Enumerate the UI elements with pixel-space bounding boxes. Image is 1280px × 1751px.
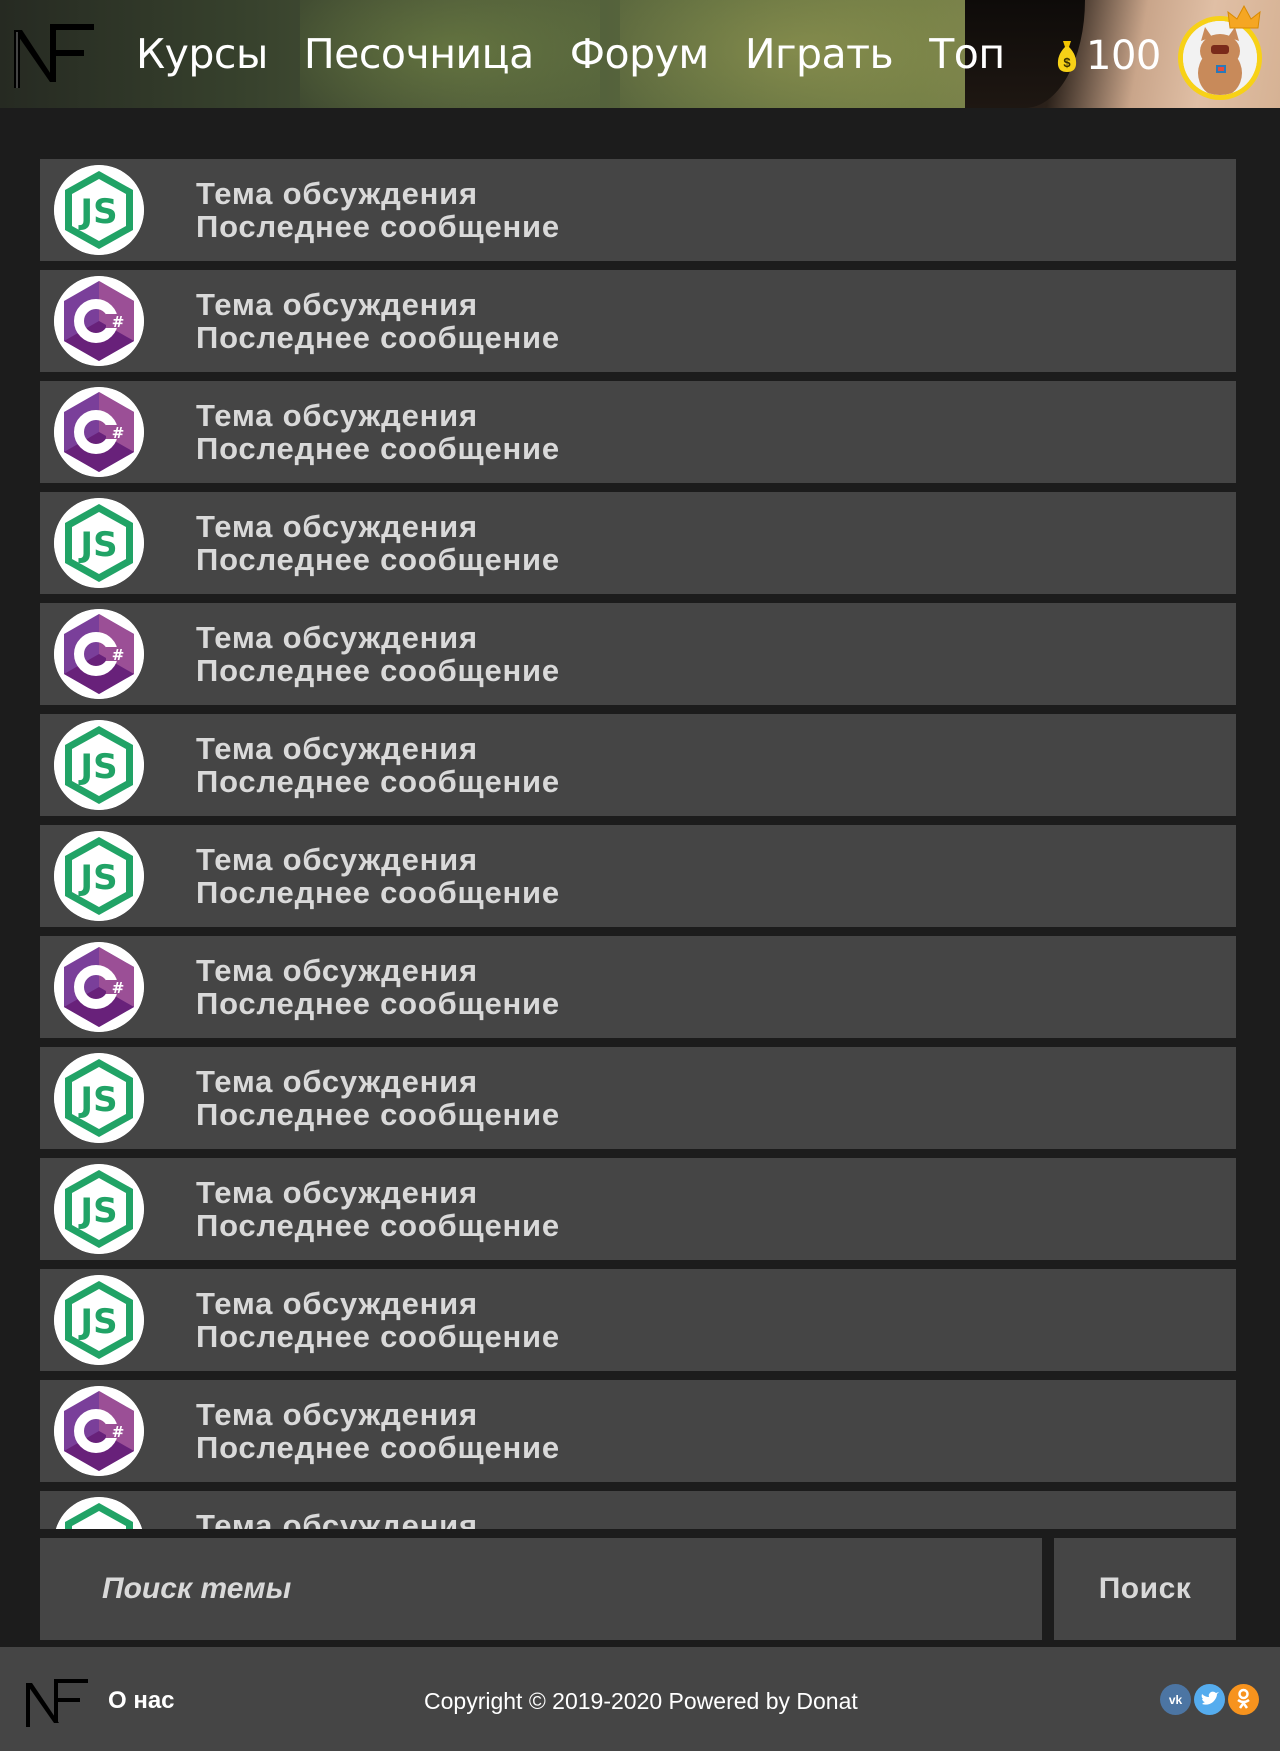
csharp-icon: # [54,387,144,477]
twitter-icon[interactable] [1194,1684,1225,1715]
topic-title[interactable]: Тема обсуждения [196,732,478,766]
svg-text:JS: JS [78,192,117,232]
topic-row[interactable]: JS Тема обсужденияПоследнее сообщение [40,159,1236,261]
javascript-icon: JS [54,1275,144,1365]
topic-row[interactable]: # Тема обсуждения Последнее сообщение [40,1380,1236,1482]
javascript-icon: JS [54,165,144,255]
topic-last-message: Последнее сообщение [196,320,560,355]
cat-avatar-icon [1183,21,1257,95]
svg-text:vk: vk [1169,1693,1183,1707]
topic-title[interactable]: Тема обсуждения [196,1287,478,1321]
topic-search-input[interactable] [40,1538,1042,1640]
svg-text:JS: JS [78,747,117,787]
topic-last-message: Последнее сообщение [196,542,560,577]
topic-row[interactable]: # Тема обсуждения Последнее сообщение [40,270,1236,372]
svg-text:JS: JS [78,1080,117,1120]
main-nav: Курсы Песочница Форум Играть Топ [136,32,1041,76]
coin-balance: $ 100 [1056,33,1161,79]
nf-logo-icon [14,24,94,88]
topic-last-message: Последнее сообщение [196,986,560,1021]
topic-last-message: Последнее сообщение [196,209,560,244]
topic-row[interactable]: JS Тема обсужденияПоследнее сообщение [40,1269,1236,1371]
nf-logo-icon [26,1679,88,1727]
nav-courses[interactable]: Курсы [136,32,268,76]
topic-title[interactable]: Тема обсуждения [196,510,478,544]
topic-row[interactable]: JS Тема обсужденияПоследнее сообщение [40,714,1236,816]
topic-title[interactable]: Тема обсуждения [196,288,478,322]
topic-last-message: Последнее сообщение [196,1430,560,1465]
topic-title[interactable]: Тема обсуждения [196,1176,478,1210]
topic-list: JS Тема обсуждения Последнее сообщение # Тем… [40,159,1236,1529]
javascript-icon: JS [54,831,144,921]
topic-title[interactable]: Тема обсуждения [196,843,478,877]
svg-text:#: # [112,979,125,997]
topic-last-message: Последнее сообщение [196,431,560,466]
csharp-icon: # [54,1386,144,1476]
javascript-icon: JS [54,498,144,588]
topic-title[interactable]: Тема обсуждения [196,621,478,655]
svg-text:#: # [112,313,125,331]
topic-title[interactable]: Тема обсуждения [196,177,478,211]
topic-row[interactable]: # Тема обсуждения Последнее сообщение [40,936,1236,1038]
nav-forum[interactable]: Форум [570,32,710,76]
nav-play[interactable]: Играть [745,32,894,76]
footer-logo[interactable] [26,1677,88,1727]
topic-row[interactable]: JS Тема обсужденияПоследнее сообщение [40,1158,1236,1260]
topic-row[interactable]: # Тема обсуждения Последнее сообщение [40,381,1236,483]
copyright-text: Copyright © 2019-2020 Powered by Donat [424,1688,858,1714]
topic-title[interactable]: Тема обсуждения [196,954,478,988]
svg-text:#: # [112,424,125,442]
svg-text:JS: JS [78,1302,117,1342]
avatar-image [1183,21,1257,95]
topic-row[interactable]: JS Тема обсужденияПоследнее сообщение [40,492,1236,594]
javascript-icon: JS [54,1164,144,1254]
topic-last-message: Последнее сообщение [196,1319,560,1354]
vk-icon[interactable]: vk [1160,1684,1191,1715]
topic-title[interactable]: Тема обсуждения [196,1398,478,1432]
svg-text:JS: JS [78,1524,117,1529]
svg-text:$: $ [1063,55,1071,70]
topic-row[interactable]: # Тема обсуждения Последнее сообщение [40,603,1236,705]
topic-row[interactable]: JS Тема обсужденияПоследнее сообщение [40,1047,1236,1149]
topic-last-message: Последнее сообщение [196,1208,560,1243]
javascript-icon: JS [54,720,144,810]
search-button[interactable]: Поиск [1054,1538,1236,1640]
topic-title[interactable]: Тема обсуждения [196,1065,478,1099]
about-link[interactable]: О нас [108,1687,175,1715]
topic-row[interactable]: JS Тема обсужденияПоследнее сообщение [40,825,1236,927]
svg-text:#: # [112,1423,125,1441]
svg-text:JS: JS [78,858,117,898]
topic-last-message: Последнее сообщение [196,875,560,910]
csharp-icon: # [54,276,144,366]
coin-count: 100 [1086,33,1161,79]
svg-text:JS: JS [78,525,117,565]
site-footer: О нас Copyright © 2019-2020 Powered by D… [0,1647,1280,1751]
topic-last-message: Последнее сообщение [196,653,560,688]
money-bag-icon: $ [1057,41,1077,72]
crown-icon [1227,4,1261,29]
svg-text:JS: JS [78,1191,117,1231]
site-logo[interactable] [14,22,94,88]
csharp-icon: # [54,609,144,699]
site-header: Курсы Песочница Форум Играть Топ $ 100 [0,0,1280,108]
topic-last-message: Последнее сообщение [196,1097,560,1132]
javascript-icon: JS [54,1497,144,1529]
javascript-icon: JS [54,1053,144,1143]
odnoklassniki-icon[interactable] [1228,1684,1259,1715]
nav-top[interactable]: Топ [929,32,1005,76]
nav-sandbox[interactable]: Песочница [304,32,534,76]
topic-title[interactable]: Тема обсуждения [196,1509,478,1530]
topic-last-message: Последнее сообщение [196,764,560,799]
topic-title[interactable]: Тема обсуждения [196,399,478,433]
csharp-icon: # [54,942,144,1032]
svg-text:#: # [112,646,125,664]
topic-row[interactable]: JSТема обсужденияПоследнее сообщение [40,1491,1236,1529]
